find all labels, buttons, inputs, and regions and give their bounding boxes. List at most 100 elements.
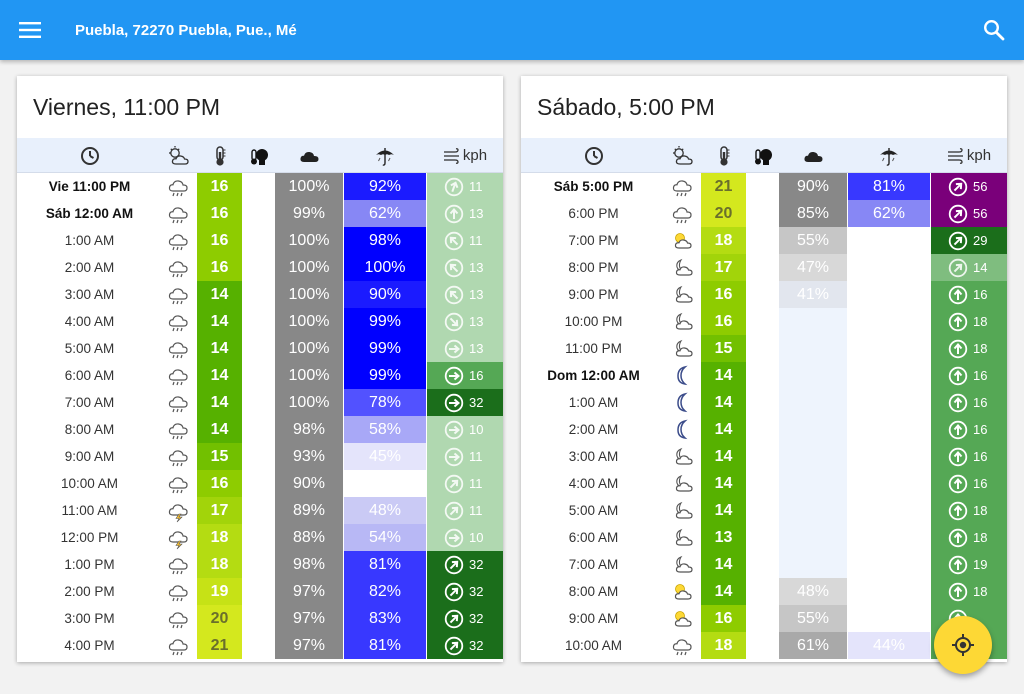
table-row[interactable]: 3:00 AM 14 100% 90% 13 — [17, 281, 503, 308]
time-cell: 10:00 AM — [564, 638, 623, 653]
night-cloudy-icon — [675, 555, 693, 573]
temperature-cell: 14 — [701, 578, 746, 605]
table-row[interactable]: 12:00 PM 18 88% 54% 10 — [17, 524, 503, 551]
table-row[interactable]: 9:00 AM 15 93% 45% 11 — [17, 443, 503, 470]
cloud-cover-cell: 41% — [779, 281, 847, 308]
feels-like-icon — [755, 148, 772, 165]
precipitation-cell: 99% — [344, 362, 426, 389]
cloud-cover-cell: 61% — [779, 632, 847, 659]
header-cell — [747, 138, 777, 173]
table-row[interactable]: 5:00 AM 14 18 — [521, 497, 1007, 524]
precipitation-cell: 58% — [344, 416, 426, 443]
wind-speed: 11 — [469, 476, 483, 491]
table-row[interactable]: 8:00 PM 17 47% 14 — [521, 254, 1007, 281]
feels-like-cell — [747, 308, 777, 335]
table-row[interactable]: 4:00 AM 14 16 — [521, 470, 1007, 497]
table-row[interactable]: 2:00 PM 19 97% 82% 32 — [17, 578, 503, 605]
table-row[interactable]: 7:00 AM 14 100% 78% 32 — [17, 389, 503, 416]
cloud-cover-cell — [779, 389, 847, 416]
rain-icon — [168, 449, 188, 466]
table-row[interactable]: Sáb 5:00 PM 21 90% 81% 56 — [521, 173, 1007, 200]
table-row[interactable]: 3:00 PM 20 97% 83% 32 — [17, 605, 503, 632]
time-cell: 3:00 PM — [64, 611, 115, 626]
wind-direction-icon — [444, 609, 464, 628]
time-cell: 3:00 AM — [568, 449, 619, 464]
wind-speed: 29 — [973, 233, 988, 248]
wind-direction-icon — [948, 474, 968, 493]
table-row[interactable]: Dom 12:00 AM 14 16 — [521, 362, 1007, 389]
moon-icon — [677, 365, 688, 385]
feels-like-cell — [747, 416, 777, 443]
temperature-cell: 19 — [197, 578, 242, 605]
precipitation-cell: 78% — [344, 389, 426, 416]
table-row[interactable]: 7:00 AM 14 19 — [521, 551, 1007, 578]
rain-icon — [168, 611, 188, 628]
feels-like-cell — [747, 389, 777, 416]
condition-cell — [164, 335, 194, 362]
precipitation-cell — [848, 497, 930, 524]
rain-icon — [168, 422, 188, 439]
cloud-cover-cell: 47% — [779, 254, 847, 281]
cloud-cover-cell — [779, 335, 847, 362]
table-row[interactable]: 9:00 AM 16 55% — [521, 605, 1007, 632]
feels-like-cell — [747, 227, 777, 254]
wind-cell: 32 — [427, 389, 503, 416]
table-row[interactable]: 1:00 AM 14 16 — [521, 389, 1007, 416]
temperature-cell: 14 — [701, 416, 746, 443]
precipitation-cell — [848, 416, 930, 443]
precipitation-cell — [848, 254, 930, 281]
table-row[interactable]: 11:00 PM 15 18 — [521, 335, 1007, 362]
locate-button[interactable] — [934, 616, 992, 674]
header-cell — [668, 138, 698, 173]
location-title[interactable]: Puebla, 72270 Puebla, Pue., Mé — [75, 22, 964, 39]
header-cell — [275, 138, 343, 173]
table-row[interactable]: 10:00 AM 16 90% 11 — [17, 470, 503, 497]
table-row[interactable]: Sáb 12:00 AM 16 99% 62% 13 — [17, 200, 503, 227]
table-body: Sáb 5:00 PM 21 90% 81% 56 6:00 PM 20 85% 62% 56 7:… — [521, 173, 1007, 659]
table-row[interactable]: 8:00 AM 14 98% 58% 10 — [17, 416, 503, 443]
time-cell: 6:00 PM — [568, 206, 619, 221]
search-button[interactable] — [964, 0, 1024, 60]
temperature-cell: 17 — [701, 254, 746, 281]
table-row[interactable]: 3:00 AM 14 16 — [521, 443, 1007, 470]
condition-cell — [164, 200, 194, 227]
table-row[interactable]: 6:00 PM 20 85% 62% 56 — [521, 200, 1007, 227]
header-cell — [779, 138, 847, 173]
condition-cell — [164, 578, 194, 605]
wind-direction-icon — [948, 393, 968, 412]
wind-direction-icon — [444, 177, 464, 196]
table-row[interactable]: 4:00 PM 21 97% 81% 32 — [17, 632, 503, 659]
table-row[interactable]: 6:00 AM 13 18 — [521, 524, 1007, 551]
table-row[interactable]: 5:00 AM 14 100% 99% 13 — [17, 335, 503, 362]
precipitation-cell: 83% — [344, 605, 426, 632]
feels-like-cell — [243, 416, 273, 443]
table-row[interactable]: 8:00 AM 14 48% 18 — [521, 578, 1007, 605]
cloud-cover-cell: 55% — [779, 605, 847, 632]
table-row[interactable]: 7:00 PM 18 55% 29 — [521, 227, 1007, 254]
time-cell: 2:00 AM — [64, 260, 115, 275]
condition-cell — [668, 200, 698, 227]
table-row[interactable]: 1:00 AM 16 100% 98% 11 — [17, 227, 503, 254]
wind-cell: 18 — [931, 335, 1007, 362]
wind-cell: 11 — [427, 227, 503, 254]
menu-button[interactable] — [0, 0, 60, 60]
conditions-icon — [673, 146, 693, 165]
table-row[interactable]: 1:00 PM 18 98% 81% 32 — [17, 551, 503, 578]
temperature-cell: 16 — [701, 281, 746, 308]
table-row[interactable]: 2:00 AM 14 16 — [521, 416, 1007, 443]
table-row[interactable]: 11:00 AM 17 89% 48% 11 — [17, 497, 503, 524]
temperature-cell: 14 — [701, 443, 746, 470]
table-row[interactable]: 4:00 AM 14 100% 99% 13 — [17, 308, 503, 335]
precipitation-cell: 100% — [344, 254, 426, 281]
cloud-cover-cell: 90% — [779, 173, 847, 200]
table-row[interactable]: 9:00 PM 16 41% 16 — [521, 281, 1007, 308]
wind-speed: 18 — [973, 584, 988, 599]
table-row[interactable]: Vie 11:00 PM 16 100% 92% 11 — [17, 173, 503, 200]
condition-cell — [164, 632, 194, 659]
night-cloudy-icon — [675, 501, 693, 519]
table-row[interactable]: 2:00 AM 16 100% 100% 13 — [17, 254, 503, 281]
table-row[interactable]: 6:00 AM 14 100% 99% 16 — [17, 362, 503, 389]
table-row[interactable]: 10:00 PM 16 18 — [521, 308, 1007, 335]
condition-cell — [668, 173, 698, 200]
wind-icon — [443, 147, 459, 164]
